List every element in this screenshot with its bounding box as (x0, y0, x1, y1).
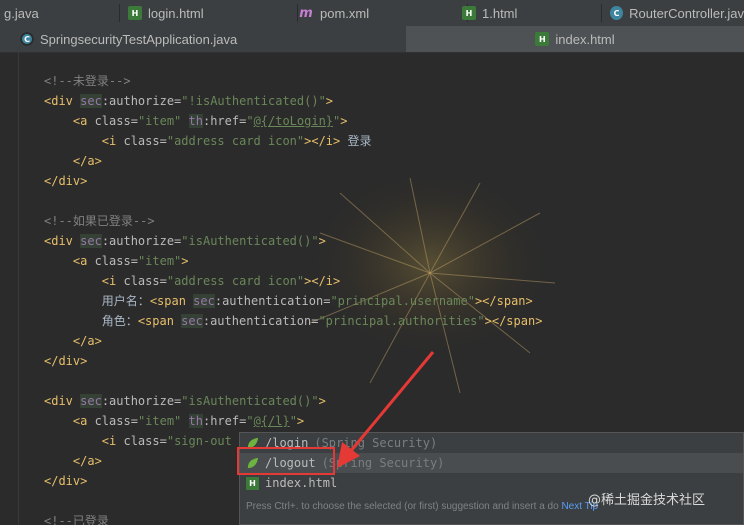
watermark: @稀土掘金技术社区 (588, 493, 706, 508)
annotation-arrow-icon (337, 351, 435, 468)
